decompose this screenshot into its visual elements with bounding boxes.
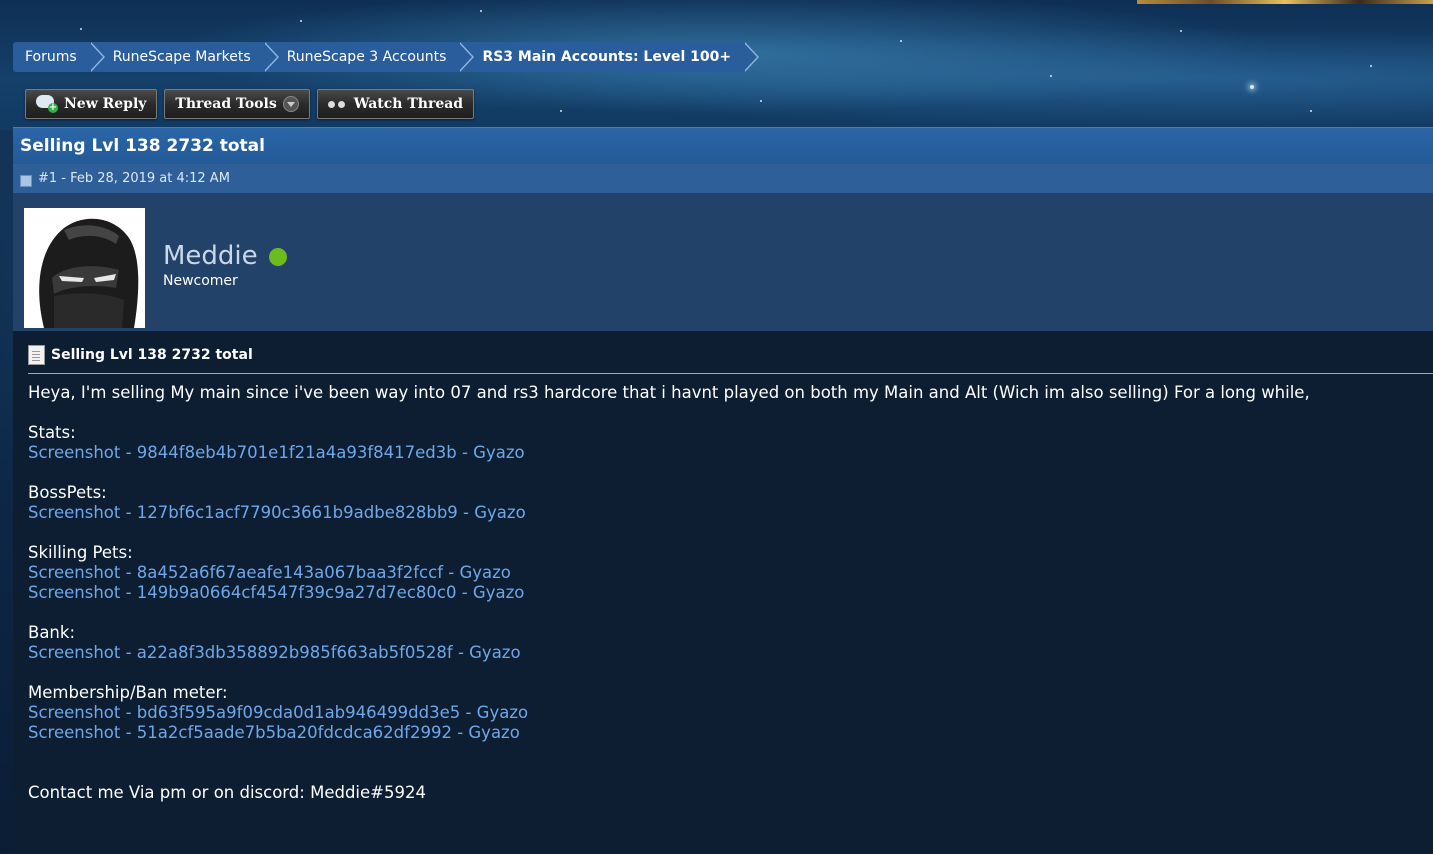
section-heading: Bank: bbox=[28, 623, 76, 642]
thread-tools-button[interactable]: Thread Tools bbox=[164, 89, 310, 119]
star-decoration bbox=[1370, 65, 1372, 67]
gyazo-link[interactable]: Screenshot - 149b9a0664cf4547f39c9a27d7e… bbox=[28, 583, 524, 602]
post-content: Heya, I'm selling My main since i've bee… bbox=[28, 383, 1428, 803]
new-reply-label: New Reply bbox=[64, 96, 147, 112]
section-heading: BossPets: bbox=[28, 483, 107, 502]
post-icon bbox=[20, 175, 32, 187]
gyazo-link[interactable]: Screenshot - 9844f8eb4b701e1f21a4a93f841… bbox=[28, 443, 525, 462]
star-decoration bbox=[1180, 30, 1182, 32]
document-icon bbox=[28, 345, 45, 365]
breadcrumb-label: RS3 Main Accounts: Level 100+ bbox=[482, 49, 732, 65]
chevron-down-icon bbox=[282, 96, 299, 112]
divider bbox=[28, 373, 1433, 374]
new-reply-icon: + bbox=[36, 95, 58, 113]
star-decoration bbox=[900, 40, 902, 42]
gyazo-link[interactable]: Screenshot - 127bf6c1acf7790c3661b9adbe8… bbox=[28, 503, 526, 522]
star-decoration bbox=[1310, 110, 1312, 112]
breadcrumb-label: Forums bbox=[25, 49, 77, 65]
breadcrumb: Forums RuneScape Markets RuneScape 3 Acc… bbox=[13, 42, 760, 72]
header-banner-strip bbox=[1137, 0, 1433, 4]
eyes-icon bbox=[327, 99, 348, 109]
thread-toolbar: + New Reply Thread Tools Watch Thread bbox=[25, 89, 475, 119]
username[interactable]: Meddie bbox=[163, 241, 258, 271]
breadcrumb-item-runescape-3-accounts[interactable]: RuneScape 3 Accounts bbox=[262, 42, 475, 72]
watch-thread-label: Watch Thread bbox=[353, 96, 464, 112]
contact-text: Contact me Via pm or on discord: Meddie#… bbox=[28, 783, 426, 802]
new-reply-button[interactable]: + New Reply bbox=[25, 89, 158, 119]
gyazo-link[interactable]: Screenshot - 51a2cf5aade7b5ba20fdcdca62d… bbox=[28, 723, 520, 742]
star-decoration bbox=[80, 28, 82, 30]
star-decoration bbox=[480, 10, 482, 12]
breadcrumb-item-forums[interactable]: Forums bbox=[13, 42, 105, 72]
thread-title-bar: Selling Lvl 138 2732 total bbox=[13, 127, 1433, 164]
watch-thread-button[interactable]: Watch Thread bbox=[316, 89, 475, 119]
thread-title: Selling Lvl 138 2732 total bbox=[20, 136, 265, 156]
section-heading: Skilling Pets: bbox=[28, 543, 133, 562]
star-decoration bbox=[1050, 75, 1052, 77]
post-meta-bar: #1 - Feb 28, 2019 at 4:12 AM bbox=[13, 164, 1433, 193]
section-heading: Membership/Ban meter: bbox=[28, 683, 228, 702]
user-title: Newcomer bbox=[163, 273, 238, 289]
breadcrumb-label: RuneScape Markets bbox=[112, 49, 251, 65]
breadcrumb-item-current[interactable]: RS3 Main Accounts: Level 100+ bbox=[458, 42, 760, 72]
post-intro: Heya, I'm selling My main since i've bee… bbox=[28, 383, 1310, 402]
avatar-image bbox=[24, 208, 145, 328]
gyazo-link[interactable]: Screenshot - bd63f595a9f09cda0d1ab946499… bbox=[28, 703, 528, 722]
section-heading: Stats: bbox=[28, 423, 76, 442]
post-meta[interactable]: #1 - Feb 28, 2019 at 4:12 AM bbox=[38, 171, 230, 186]
star-decoration bbox=[760, 100, 762, 102]
breadcrumb-label: RuneScape 3 Accounts bbox=[286, 49, 447, 65]
thread-tools-label: Thread Tools bbox=[175, 96, 277, 112]
online-status-icon bbox=[269, 248, 287, 266]
star-decoration bbox=[560, 110, 562, 112]
post-title: Selling Lvl 138 2732 total bbox=[51, 347, 253, 363]
star-decoration bbox=[1250, 85, 1254, 89]
post-title-row: Selling Lvl 138 2732 total bbox=[28, 345, 253, 365]
post-userbar: Meddie Newcomer bbox=[13, 193, 1433, 331]
post-body: Selling Lvl 138 2732 total Heya, I'm sel… bbox=[13, 331, 1433, 854]
gyazo-link[interactable]: Screenshot - a22a8f3db358892b985f663ab5f… bbox=[28, 643, 521, 662]
star-decoration bbox=[300, 20, 302, 22]
gyazo-link[interactable]: Screenshot - 8a452a6f67aeafe143a067baa3f… bbox=[28, 563, 511, 582]
avatar[interactable] bbox=[24, 208, 145, 328]
breadcrumb-item-runescape-markets[interactable]: RuneScape Markets bbox=[88, 42, 279, 72]
